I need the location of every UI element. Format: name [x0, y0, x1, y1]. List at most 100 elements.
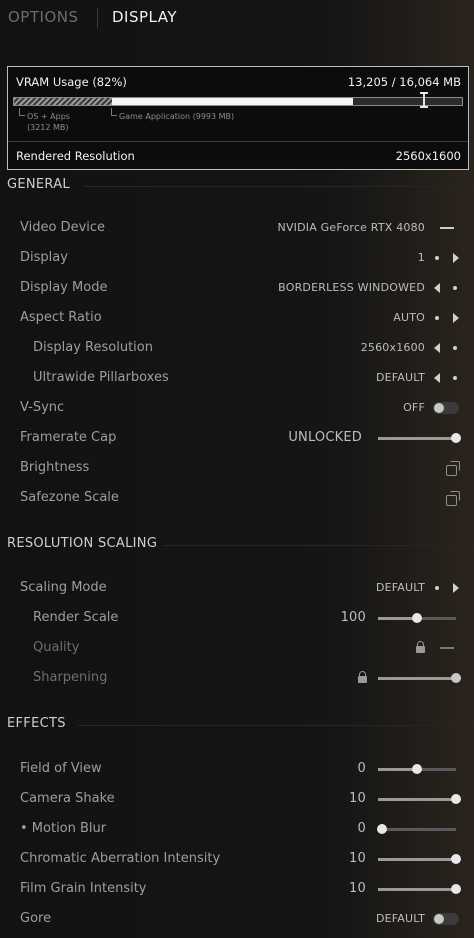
- section-effects-title: EFFECTS: [7, 716, 66, 731]
- render-scale-label: Render Scale: [33, 610, 119, 625]
- arrow-left-icon[interactable]: [434, 343, 440, 353]
- render-scale-value: 100: [340, 610, 366, 625]
- sharpening-slider: [378, 673, 461, 683]
- slider-fill: [378, 858, 456, 861]
- camera-shake-slider[interactable]: [378, 794, 461, 804]
- vram-panel: VRAM Usage (82%) 13,205 / 16,064 MB OS +…: [7, 66, 469, 170]
- app-legend-label: Game Application (9993 MB): [119, 112, 235, 121]
- quality-label: Quality: [33, 640, 80, 655]
- video-device-row[interactable]: Video Device NVIDIA GeForce RTX 4080: [0, 213, 474, 243]
- vsync-value: OFF: [403, 401, 425, 414]
- video-device-value: NVIDIA GeForce RTX 4080: [277, 221, 425, 234]
- slider-knob[interactable]: [451, 884, 461, 894]
- render-scale-slider[interactable]: [378, 613, 456, 623]
- slider-knob: [451, 673, 461, 683]
- vsync-label: V-Sync: [20, 400, 65, 415]
- arrow-left-icon[interactable]: [434, 283, 440, 293]
- section-general-title: GENERAL: [7, 177, 70, 192]
- ultrawide-pillarboxes-label: Ultrawide Pillarboxes: [33, 370, 169, 385]
- vram-os-segment: [14, 98, 112, 105]
- dot-icon: [453, 376, 457, 380]
- section-divider: [84, 186, 474, 187]
- tab-options[interactable]: OPTIONS: [8, 8, 79, 26]
- scaling-mode-value: DEFAULT: [375, 581, 425, 594]
- copy-icon[interactable]: [446, 461, 460, 476]
- vram-usage-bar: [13, 97, 463, 106]
- os-legend-size: (3212 MB): [27, 123, 69, 132]
- aspect-ratio-label: Aspect Ratio: [20, 310, 102, 325]
- display-mode-label: Display Mode: [20, 280, 108, 295]
- framerate-cap-slider[interactable]: [378, 433, 461, 443]
- lock-icon: [358, 671, 367, 683]
- field-of-view-row[interactable]: Field of View 0: [0, 754, 474, 784]
- film-grain-value: 10: [349, 881, 366, 896]
- arrow-left-icon[interactable]: [434, 373, 440, 383]
- camera-shake-row[interactable]: Camera Shake 10: [0, 784, 474, 814]
- arrow-right-icon[interactable]: [453, 253, 459, 263]
- slider-fill: [378, 677, 456, 680]
- dot-icon: [435, 586, 439, 590]
- field-of-view-value: 0: [357, 761, 366, 776]
- chromatic-aberration-slider[interactable]: [378, 854, 461, 864]
- gore-toggle[interactable]: [433, 913, 459, 925]
- framerate-cap-row[interactable]: Framerate Cap UNLOCKED: [0, 423, 474, 453]
- display-label: Display: [20, 250, 68, 265]
- slider-knob[interactable]: [451, 794, 461, 804]
- motion-blur-row[interactable]: • Motion Blur 0: [0, 814, 474, 844]
- display-row[interactable]: Display 1: [0, 243, 474, 273]
- collapse-icon[interactable]: [440, 227, 454, 229]
- display-mode-row[interactable]: Display Mode BORDERLESS WINDOWED: [0, 273, 474, 303]
- gore-row[interactable]: Gore DEFAULT: [0, 904, 474, 934]
- ultrawide-pillarboxes-row[interactable]: Ultrawide Pillarboxes DEFAULT: [0, 363, 474, 393]
- rendered-resolution-value: 2560x1600: [395, 149, 461, 163]
- motion-blur-label: • Motion Blur: [20, 821, 107, 836]
- app-legend-bracket: [111, 108, 117, 116]
- field-of-view-label: Field of View: [20, 761, 102, 776]
- copy-icon[interactable]: [446, 491, 460, 506]
- arrow-right-icon[interactable]: [453, 313, 459, 323]
- slider-knob[interactable]: [451, 854, 461, 864]
- safezone-scale-label: Safezone Scale: [20, 490, 119, 505]
- slider-knob[interactable]: [412, 764, 422, 774]
- dot-icon: [453, 286, 457, 290]
- slider-fill: [378, 888, 456, 891]
- motion-blur-slider[interactable]: [377, 824, 456, 834]
- vram-capacity-marker: [420, 92, 428, 108]
- vsync-row[interactable]: V-Sync OFF: [0, 393, 474, 423]
- dot-icon: [435, 256, 439, 260]
- film-grain-row[interactable]: Film Grain Intensity 10: [0, 874, 474, 904]
- film-grain-label: Film Grain Intensity: [20, 881, 147, 896]
- gore-value: DEFAULT: [375, 912, 425, 925]
- slider-knob[interactable]: [377, 824, 387, 834]
- collapse-icon: [440, 647, 454, 649]
- arrow-right-icon[interactable]: [453, 583, 459, 593]
- quality-row: Quality: [0, 633, 474, 663]
- field-of-view-slider[interactable]: [378, 764, 456, 774]
- display-resolution-label: Display Resolution: [33, 340, 153, 355]
- display-value: 1: [417, 251, 425, 264]
- safezone-scale-row[interactable]: Safezone Scale: [0, 483, 474, 513]
- vram-divider: [8, 141, 468, 142]
- os-legend-bracket: [19, 108, 25, 116]
- brightness-row[interactable]: Brightness: [0, 453, 474, 483]
- scaling-mode-label: Scaling Mode: [20, 580, 107, 595]
- film-grain-slider[interactable]: [378, 884, 461, 894]
- slider-knob[interactable]: [412, 613, 422, 623]
- slider-fill: [378, 798, 456, 801]
- slider-knob[interactable]: [451, 433, 461, 443]
- video-device-label: Video Device: [20, 220, 106, 235]
- render-scale-row[interactable]: Render Scale 100: [0, 603, 474, 633]
- tab-display[interactable]: DISPLAY: [112, 8, 177, 26]
- display-resolution-row[interactable]: Display Resolution 2560x1600: [0, 333, 474, 363]
- scaling-mode-row[interactable]: Scaling Mode DEFAULT: [0, 573, 474, 603]
- vram-usage-title: VRAM Usage (82%): [16, 75, 127, 89]
- chromatic-aberration-row[interactable]: Chromatic Aberration Intensity 10: [0, 844, 474, 874]
- aspect-ratio-row[interactable]: Aspect Ratio AUTO: [0, 303, 474, 333]
- display-resolution-value: 2560x1600: [360, 341, 425, 354]
- chromatic-aberration-value: 10: [349, 851, 366, 866]
- dot-icon: [453, 346, 457, 350]
- tab-divider: [97, 8, 98, 28]
- toggle-knob: [434, 914, 444, 924]
- vsync-toggle[interactable]: [433, 402, 459, 414]
- os-legend-label: OS + Apps: [27, 112, 70, 121]
